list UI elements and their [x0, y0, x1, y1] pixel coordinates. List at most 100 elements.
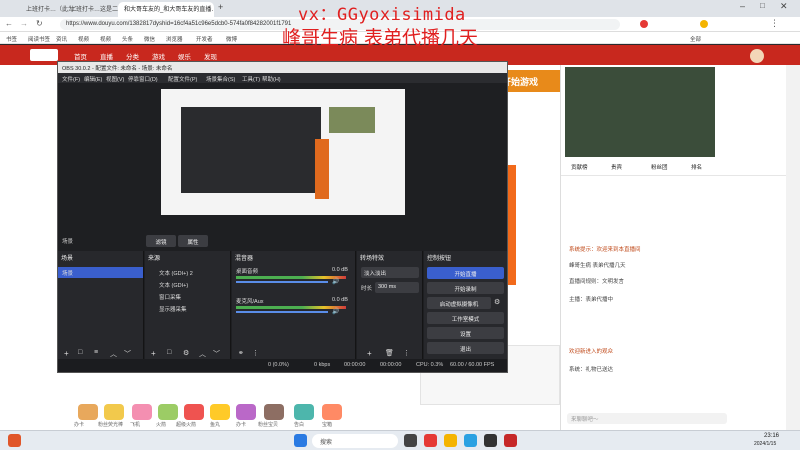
menu-item[interactable]: 配置文件(P) [168, 75, 197, 83]
more-icon[interactable]: ⋮ [252, 349, 259, 357]
nav-item[interactable]: 娱乐 [178, 51, 191, 61]
menu-item[interactable]: 场景集合(S) [206, 75, 235, 83]
bookmark-item[interactable]: 视频 [100, 35, 111, 43]
ad-banner[interactable] [565, 67, 715, 157]
obs-preview[interactable] [161, 89, 405, 215]
menu-item[interactable]: 视图(V) [106, 75, 124, 83]
close-icon[interactable]: ✕ [780, 1, 788, 12]
chevron-up-icon[interactable]: ︿ [110, 349, 117, 359]
bookmark-item[interactable]: 阅读书签 [28, 35, 50, 43]
menu-item[interactable]: 编辑(E) [84, 75, 102, 83]
bookmark-item[interactable]: 开发者 [196, 35, 213, 43]
duration-field[interactable]: 300 ms [375, 282, 419, 293]
source-item[interactable]: 文本 (GDI+) [145, 279, 230, 290]
nav-item[interactable]: 游戏 [152, 51, 165, 61]
gift-icon[interactable] [78, 404, 98, 420]
volume-slider[interactable] [236, 281, 328, 283]
studio-mode-button[interactable]: 工作室模式 [427, 312, 504, 324]
nav-item[interactable]: 直播 [100, 51, 113, 61]
menu-icon[interactable]: ⋮ [770, 18, 779, 29]
filters-button[interactable]: 滤镜 [146, 235, 176, 247]
properties-button[interactable]: 属性 [178, 235, 208, 247]
transition-select[interactable]: 淡入淡出 [361, 267, 419, 278]
extension-icon[interactable] [640, 20, 648, 28]
bookmark-item[interactable]: 全部 [690, 35, 701, 43]
link-icon[interactable]: ⚭ [238, 349, 244, 357]
source-item[interactable]: 文本 (GDI+) 2 [145, 267, 230, 278]
start-icon[interactable] [294, 434, 307, 447]
app-icon[interactable] [424, 434, 437, 447]
page-scrollbar[interactable] [786, 65, 800, 430]
add-icon[interactable]: + [367, 349, 372, 358]
app-icon[interactable] [404, 434, 417, 447]
virtual-camera-button[interactable]: 启动虚拟摄像机 [427, 297, 491, 309]
gift-icon[interactable] [264, 404, 284, 420]
weather-icon[interactable] [8, 434, 21, 447]
browser-tab-active[interactable]: 和大哥车友的_和大哥车友的直播… [118, 2, 214, 17]
forward-icon[interactable]: → [20, 19, 28, 28]
more-icon[interactable]: ⋮ [403, 349, 410, 357]
start-streaming-button[interactable]: 开始直播 [427, 267, 504, 279]
exit-button[interactable]: 退出 [427, 342, 504, 354]
clock-time[interactable]: 23:16 [764, 433, 779, 439]
new-tab-icon[interactable]: + [218, 2, 223, 12]
gift-icon[interactable] [158, 404, 178, 420]
gift-icon[interactable] [322, 404, 342, 420]
nav-item[interactable]: 分类 [126, 51, 139, 61]
gift-icon[interactable] [294, 404, 314, 420]
gift-icon[interactable] [104, 404, 124, 420]
speaker-icon[interactable]: 🔊 [332, 308, 339, 315]
chevron-up-icon[interactable]: ︿ [199, 349, 206, 359]
trash-icon[interactable]: 🗑 [385, 349, 394, 357]
obs-icon[interactable] [484, 434, 497, 447]
filter-icon[interactable]: ≡ [94, 349, 98, 356]
settings-button[interactable]: 设置 [427, 327, 504, 339]
add-icon[interactable]: + [151, 349, 156, 358]
source-item[interactable]: 显示器采集 [145, 303, 230, 314]
gift-icon[interactable] [236, 404, 256, 420]
app-icon[interactable] [504, 434, 517, 447]
remove-icon[interactable]: □ [78, 349, 82, 356]
gear-icon[interactable]: ⚙ [183, 349, 189, 357]
bookmark-item[interactable]: 微博 [226, 35, 237, 43]
browser-tab[interactable]: 上班打卡…这是二十日 出差… [64, 2, 120, 17]
gift-icon[interactable] [132, 404, 152, 420]
nav-item[interactable]: 发现 [204, 51, 217, 61]
volume-slider[interactable] [236, 311, 328, 313]
chevron-down-icon[interactable]: ﹀ [124, 349, 131, 359]
bookmark-item[interactable]: 头条 [122, 35, 133, 43]
chat-input[interactable]: 来聊聊吧～ [567, 413, 727, 424]
start-recording-button[interactable]: 开始录制 [427, 282, 504, 294]
bookmark-item[interactable]: 资讯 [56, 35, 67, 43]
avatar[interactable] [750, 49, 764, 63]
maximize-icon[interactable]: □ [760, 1, 765, 10]
label[interactable]: 贡献榜 [571, 163, 588, 171]
reload-icon[interactable]: ↻ [36, 19, 43, 28]
gear-icon[interactable]: ⚙ [494, 298, 500, 306]
bookmark-item[interactable]: 微信 [144, 35, 155, 43]
scene-item[interactable]: 场景 [58, 267, 143, 278]
chevron-down-icon[interactable]: ﹀ [213, 349, 220, 359]
add-icon[interactable]: + [64, 349, 69, 358]
remove-icon[interactable]: □ [167, 349, 171, 356]
bookmark-item[interactable]: 浏览器 [166, 35, 183, 43]
speaker-icon[interactable]: 🔊 [332, 278, 339, 285]
back-icon[interactable]: ← [5, 19, 13, 28]
menu-item[interactable]: 帮助(H) [262, 75, 281, 83]
folder-icon[interactable] [444, 434, 457, 447]
profile-icon[interactable] [700, 20, 708, 28]
label[interactable]: 排名 [691, 163, 702, 171]
browser-icon[interactable] [464, 434, 477, 447]
site-logo[interactable] [30, 49, 58, 61]
label[interactable]: 粉丝团 [651, 163, 668, 171]
source-item[interactable]: 窗口采集 [145, 291, 230, 302]
menu-item[interactable]: 文件(F) [62, 75, 80, 83]
menu-item[interactable]: 工具(T) [242, 75, 260, 83]
bookmark-item[interactable]: 书签 [6, 35, 17, 43]
gift-icon[interactable] [210, 404, 230, 420]
menu-item[interactable]: 停靠窗口(D) [128, 75, 158, 83]
taskbar-search[interactable]: 搜索 [312, 434, 398, 448]
nav-item[interactable]: 首页 [74, 51, 87, 61]
gift-icon[interactable] [184, 404, 204, 420]
label[interactable]: 贵宾 [611, 163, 622, 171]
